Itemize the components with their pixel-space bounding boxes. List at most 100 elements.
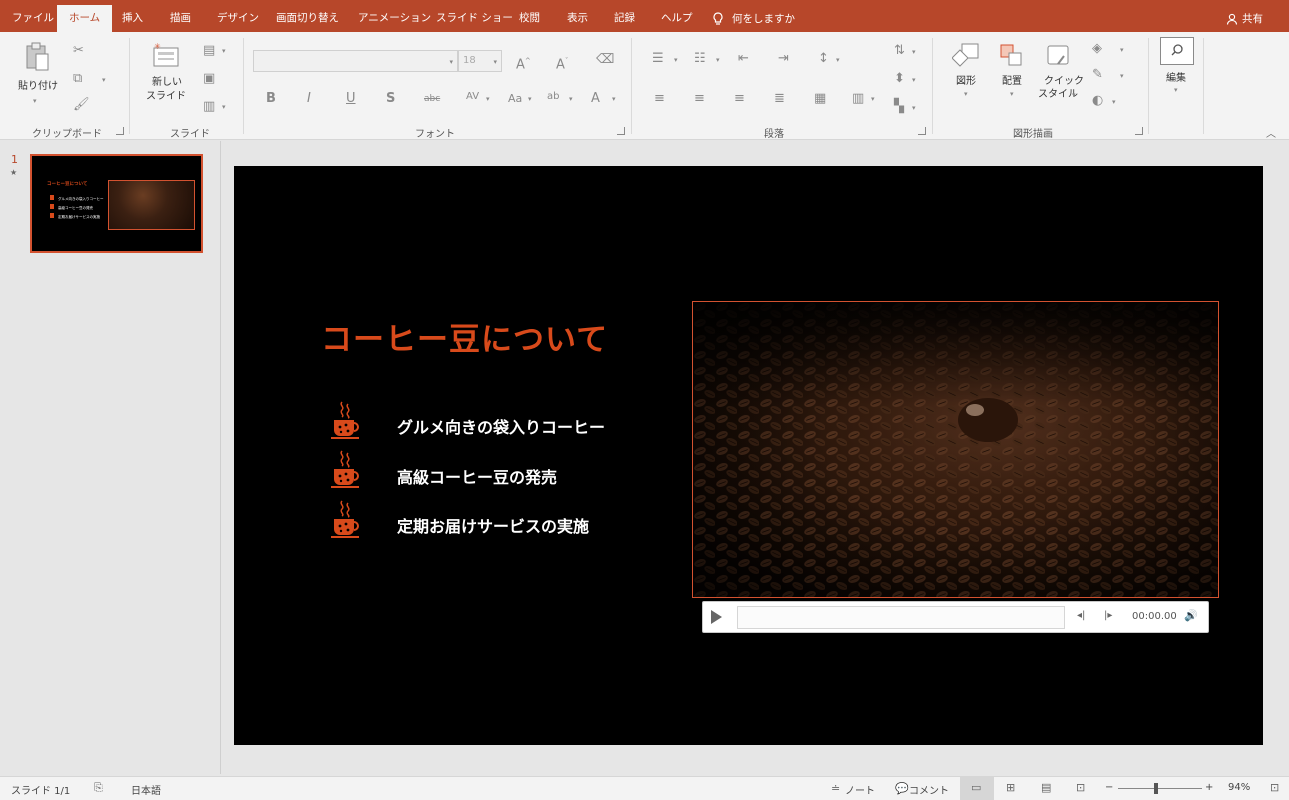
line-spacing-icon[interactable]: ↕ bbox=[818, 52, 829, 66]
tab-help[interactable]: ヘルプ bbox=[661, 6, 693, 32]
tab-view[interactable]: 表示 bbox=[567, 6, 588, 32]
change-case-icon[interactable]: Aa bbox=[508, 92, 522, 106]
chevron-down-icon[interactable]: ▾ bbox=[102, 76, 106, 84]
layout-icon[interactable]: ▤ bbox=[203, 44, 215, 58]
chevron-down-icon[interactable]: ▾ bbox=[836, 56, 840, 64]
decrease-indent-icon[interactable]: ⇤ bbox=[738, 52, 749, 66]
chevron-down-icon[interactable]: ▾ bbox=[871, 95, 875, 103]
tab-design[interactable]: デザイン bbox=[217, 6, 259, 32]
zoom-in-icon[interactable]: + bbox=[1205, 782, 1213, 793]
reset-icon[interactable]: ▣ bbox=[203, 72, 215, 86]
arrange-button[interactable]: 配置 ▾ bbox=[996, 40, 1030, 102]
align-text-icon[interactable]: ⬍ bbox=[894, 72, 905, 86]
media-progress-bar[interactable] bbox=[737, 606, 1065, 629]
section-icon[interactable]: ▥ bbox=[203, 100, 215, 114]
char-spacing-icon[interactable]: AV bbox=[466, 90, 479, 104]
step-back-icon[interactable]: ◂| bbox=[1077, 610, 1085, 621]
font-size-combobox[interactable]: 18 ▾ bbox=[458, 50, 502, 72]
chevron-down-icon[interactable]: ▾ bbox=[912, 76, 916, 84]
justify-icon[interactable]: ≣ bbox=[774, 92, 785, 106]
increase-font-icon[interactable]: A^ bbox=[516, 54, 531, 72]
slideshow-view-icon[interactable]: ⊡ bbox=[1076, 781, 1085, 794]
normal-view-icon[interactable]: ▭ bbox=[971, 781, 981, 794]
comments-button[interactable]: コメント bbox=[909, 782, 949, 797]
tab-home[interactable]: ホーム bbox=[57, 5, 113, 32]
chevron-down-icon[interactable]: ▾ bbox=[486, 95, 490, 103]
notes-button[interactable]: ノート bbox=[845, 782, 875, 797]
dialog-launcher-icon[interactable] bbox=[617, 127, 625, 135]
italic-icon[interactable]: I bbox=[307, 92, 311, 106]
chevron-down-icon[interactable]: ▾ bbox=[674, 56, 678, 64]
bold-icon[interactable]: B bbox=[266, 92, 276, 106]
chevron-down-icon[interactable]: ▾ bbox=[1120, 72, 1124, 80]
clear-format-icon[interactable]: ⌫ bbox=[596, 53, 614, 67]
shadow-icon[interactable]: S bbox=[386, 92, 395, 106]
dialog-launcher-icon[interactable] bbox=[1135, 127, 1143, 135]
smartart-icon[interactable]: ▚ bbox=[894, 100, 904, 114]
numbering-icon[interactable]: ☷ bbox=[694, 52, 706, 66]
format-painter-icon[interactable]: 🖌 bbox=[73, 98, 90, 112]
decrease-font-icon[interactable]: Aˇ bbox=[556, 54, 568, 72]
chevron-down-icon[interactable]: ▾ bbox=[222, 47, 226, 55]
chevron-down-icon[interactable]: ▾ bbox=[912, 48, 916, 56]
fit-to-window-icon[interactable]: ⊡ bbox=[1270, 781, 1279, 794]
bullet-item[interactable]: 高級コーヒー豆の発売 bbox=[397, 464, 557, 488]
shape-outline-icon[interactable]: ✎ bbox=[1092, 68, 1103, 82]
copy-icon[interactable]: ⧉ bbox=[73, 72, 82, 86]
play-icon[interactable] bbox=[711, 610, 722, 624]
tab-slideshow[interactable]: スライド ショー bbox=[436, 6, 513, 32]
dialog-launcher-icon[interactable] bbox=[116, 127, 124, 135]
text-direction-icon[interactable]: ⇅ bbox=[894, 44, 905, 58]
font-name-combobox[interactable]: ▾ bbox=[253, 50, 458, 72]
align-center-icon[interactable]: ≡ bbox=[694, 92, 705, 106]
tell-me-search[interactable]: 何をしますか bbox=[712, 6, 795, 32]
share-button[interactable]: 共有 bbox=[1226, 6, 1263, 32]
cut-icon[interactable]: ✂ bbox=[73, 44, 84, 58]
collapse-ribbon-icon[interactable]: ︿ bbox=[1266, 125, 1276, 140]
language[interactable]: 日本語 bbox=[131, 782, 161, 797]
distribute-icon[interactable]: ▦ bbox=[814, 92, 826, 106]
tab-review[interactable]: 校閲 bbox=[519, 6, 540, 32]
tab-file[interactable]: ファイル bbox=[12, 6, 54, 32]
shape-effects-icon[interactable]: ◐ bbox=[1092, 94, 1103, 108]
quick-styles-button[interactable]: クイック スタイル ▾ bbox=[1036, 40, 1084, 110]
zoom-slider-thumb[interactable] bbox=[1154, 783, 1158, 794]
chevron-down-icon[interactable]: ▾ bbox=[716, 56, 720, 64]
increase-indent-icon[interactable]: ⇥ bbox=[778, 52, 789, 66]
slide-title[interactable]: コーヒー豆について bbox=[321, 314, 608, 359]
tab-animations[interactable]: アニメーション bbox=[358, 6, 431, 32]
bullet-item[interactable]: グルメ向きの袋入りコーヒー bbox=[397, 414, 605, 438]
paste-button[interactable]: 貼り付け ▾ bbox=[14, 40, 58, 110]
chevron-down-icon[interactable]: ▾ bbox=[569, 95, 573, 103]
tab-draw[interactable]: 描画 bbox=[170, 6, 191, 32]
tab-transitions[interactable]: 画面切り替え bbox=[276, 6, 339, 32]
slide-thumbnail[interactable]: コーヒー豆について グルメ向きの袋入りコーヒー 高級コーヒー豆の発売 定期お届け… bbox=[30, 154, 203, 253]
editing-button[interactable]: 編集 ▾ bbox=[1158, 37, 1196, 99]
shapes-button[interactable]: 図形 ▾ bbox=[950, 40, 984, 102]
zoom-out-icon[interactable]: − bbox=[1105, 782, 1113, 793]
zoom-level[interactable]: 94% bbox=[1228, 782, 1250, 793]
align-left-icon[interactable]: ≡ bbox=[654, 92, 665, 106]
tab-insert[interactable]: 挿入 bbox=[122, 6, 143, 32]
chevron-down-icon[interactable]: ▾ bbox=[1112, 98, 1116, 106]
shape-fill-icon[interactable]: ◈ bbox=[1092, 42, 1102, 56]
tab-record[interactable]: 記録 bbox=[614, 6, 635, 32]
chevron-down-icon[interactable]: ▾ bbox=[1120, 46, 1124, 54]
align-right-icon[interactable]: ≡ bbox=[734, 92, 745, 106]
volume-icon[interactable]: 🔊 bbox=[1184, 609, 1198, 622]
coffee-beans-video[interactable] bbox=[692, 301, 1219, 598]
new-slide-button[interactable]: ✳ 新しい スライド bbox=[140, 40, 190, 112]
step-forward-icon[interactable]: |▸ bbox=[1104, 610, 1112, 621]
chevron-down-icon[interactable]: ▾ bbox=[912, 104, 916, 112]
bullets-icon[interactable]: ☰ bbox=[652, 52, 664, 66]
chevron-down-icon[interactable]: ▾ bbox=[222, 103, 226, 111]
bullet-item[interactable]: 定期お届けサービスの実施 bbox=[397, 513, 589, 537]
font-color-icon[interactable]: A bbox=[591, 92, 600, 106]
strikethrough-icon[interactable]: abc bbox=[424, 92, 440, 106]
underline-icon[interactable]: U bbox=[346, 92, 356, 106]
reading-view-icon[interactable]: ▤ bbox=[1041, 781, 1051, 794]
chevron-down-icon[interactable]: ▾ bbox=[528, 95, 532, 103]
columns-icon[interactable]: ▥ bbox=[852, 92, 864, 106]
spellcheck-icon[interactable]: ⎘ bbox=[94, 781, 103, 795]
highlight-icon[interactable]: ab bbox=[547, 90, 559, 104]
